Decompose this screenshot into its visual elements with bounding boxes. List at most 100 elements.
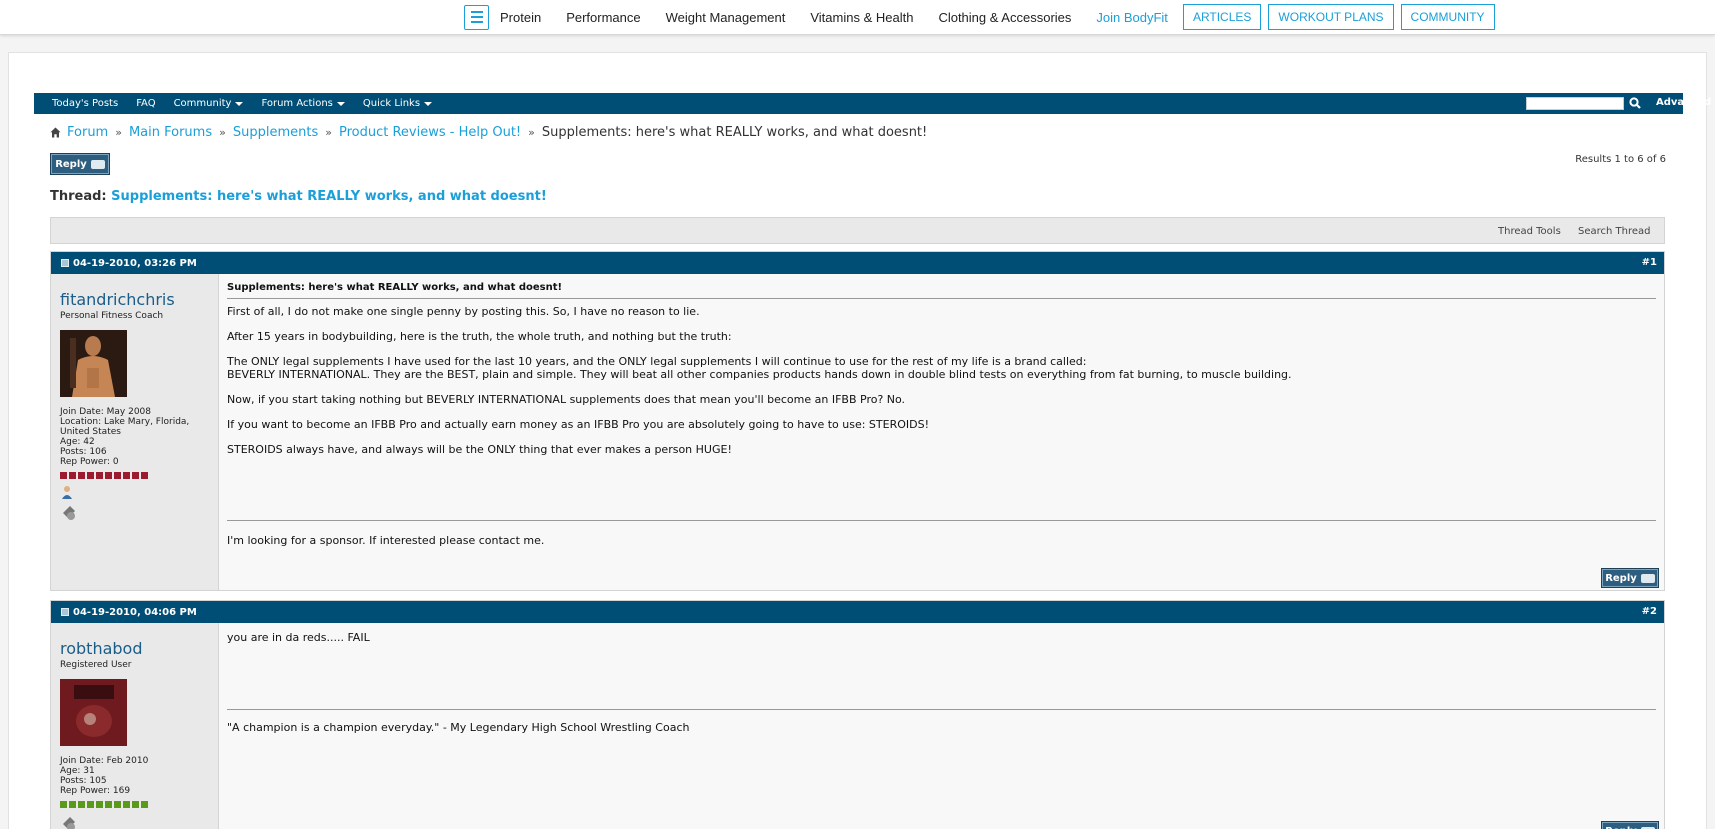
breadcrumb-separator: » [325, 126, 332, 139]
post-header: 04-19-2010, 04:06 PM #2 [51, 601, 1664, 623]
quick-links-menu[interactable]: Quick Links [362, 98, 433, 109]
advanced-search-link[interactable]: Advanced [1656, 97, 1711, 108]
post-2: 04-19-2010, 04:06 PM #2 robthabod Regist… [50, 600, 1665, 829]
articles-button[interactable]: ARTICLES [1182, 4, 1262, 30]
workout-plans-button[interactable]: WORKOUT PLANS [1268, 4, 1394, 30]
signature-divider [227, 520, 1656, 521]
reputation-pip [69, 472, 76, 479]
reputation-pip [114, 801, 121, 808]
reputation-pip [123, 801, 130, 808]
post-paragraph: The ONLY legal supplements I have used f… [227, 355, 1087, 368]
thread-name-link[interactable]: Supplements: here's what REALLY works, a… [111, 189, 547, 204]
age: Age: 42 [60, 437, 95, 447]
post-paragraph: you are in da reds..... FAIL [227, 631, 370, 644]
post-paragraph: First of all, I do not make one single p… [227, 305, 700, 318]
reputation-pip [141, 472, 148, 479]
post-signature: I'm looking for a sponsor. If interested… [227, 534, 545, 547]
thread-tools-bar: Thread Tools Search Thread [50, 217, 1665, 244]
username-link[interactable]: fitandrichchris [60, 290, 175, 309]
post-date: 04-19-2010, 03:26 PM [73, 257, 197, 269]
post-signature: "A champion is a champion everyday." - M… [227, 721, 690, 734]
todays-posts-link[interactable]: Today's Posts [52, 98, 118, 109]
community-button[interactable]: COMMUNITY [1400, 4, 1495, 30]
age: Age: 31 [60, 766, 95, 776]
reputation-pip [96, 801, 103, 808]
reputation-pip [69, 801, 76, 808]
forum-search-input[interactable] [1526, 97, 1624, 110]
reply-button-label: Reply [1605, 826, 1637, 829]
signature-divider [227, 709, 1656, 710]
user-title: Personal Fitness Coach [60, 311, 164, 321]
username-link[interactable]: robthabod [60, 639, 143, 658]
breadcrumb-separator: » [219, 126, 226, 139]
join-date: Join Date: Feb 2010 [60, 756, 149, 766]
search-thread-menu[interactable]: Search Thread [1578, 226, 1651, 237]
faq-label: FAQ [136, 98, 156, 109]
breadcrumb-main-forums[interactable]: Main Forums [129, 125, 212, 140]
reply-button-label: Reply [55, 158, 87, 170]
quick-links-label: Quick Links [362, 98, 421, 109]
breadcrumb-supplements[interactable]: Supplements [233, 125, 318, 140]
nav-link-vitamins-health[interactable]: Vitamins & Health [810, 10, 913, 25]
nav-link-performance[interactable]: Performance [566, 10, 640, 25]
post-paragraph: BEVERLY INTERNATIONAL. They are the BEST… [227, 368, 1292, 381]
post-1: 04-19-2010, 03:26 PM #1 fitandrichchris … [50, 251, 1665, 591]
reputation-pip [105, 801, 112, 808]
post-content: Supplements: here's what REALLY works, a… [227, 282, 1656, 456]
nav-link-weight-management[interactable]: Weight Management [666, 10, 786, 25]
post-number-link[interactable]: #2 [1642, 606, 1657, 617]
breadcrumb-separator: » [115, 126, 122, 139]
post-reply-button[interactable]: Reply [1601, 568, 1659, 588]
user-details: Join Date: May 2008 Location: Lake Mary,… [60, 407, 210, 467]
home-icon[interactable] [50, 127, 61, 138]
user-status-icon [62, 486, 72, 499]
reputation-bar [60, 801, 148, 808]
join-date: Join Date: May 2008 [60, 407, 152, 417]
post-reply-button[interactable]: Reply [1601, 821, 1659, 829]
join-bodyfit-link[interactable]: Join BodyFit [1096, 10, 1168, 25]
faq-link[interactable]: FAQ [136, 98, 155, 109]
forum-nav-bar: Today's Posts FAQ Community Forum Action… [34, 93, 1711, 114]
breadcrumb: Forum » Main Forums » Supplements » Prod… [50, 125, 927, 140]
reputation-pip [87, 801, 94, 808]
reply-bubble-icon [90, 159, 105, 169]
dropdown-arrow-icon [424, 101, 433, 106]
reputation-pip [60, 472, 67, 479]
reputation-pip [123, 472, 130, 479]
rep-power: Rep Power: 169 [60, 786, 131, 796]
user-avatar[interactable] [60, 679, 127, 746]
site-nav: Protein Performance Weight Management Vi… [464, 4, 1502, 30]
post-paragraph: If you want to become an IFBB Pro and ac… [227, 418, 929, 431]
hamburger-menu-icon[interactable] [464, 4, 489, 30]
rep-power: Rep Power: 0 [60, 457, 119, 467]
trophy-icon [63, 506, 75, 520]
trophy-icon [63, 817, 75, 829]
breadcrumb-separator: » [528, 126, 535, 139]
post-icon [61, 608, 69, 616]
breadcrumb-product-reviews[interactable]: Product Reviews - Help Out! [339, 125, 521, 140]
community-menu[interactable]: Community [174, 98, 244, 109]
nav-link-clothing-accessories[interactable]: Clothing & Accessories [938, 10, 1071, 25]
user-avatar[interactable] [60, 330, 127, 397]
post-number-link[interactable]: #1 [1642, 257, 1657, 268]
reputation-pip [132, 472, 139, 479]
breadcrumb-forum[interactable]: Forum [67, 125, 108, 140]
forum-actions-label: Forum Actions [261, 98, 333, 109]
reputation-pip [78, 801, 85, 808]
thread-tools-menu[interactable]: Thread Tools [1498, 226, 1561, 237]
thread-label: Thread: [50, 189, 107, 204]
post-paragraph: STEROIDS always have, and always will be… [227, 443, 732, 456]
results-count: Results 1 to 6 of 6 [1575, 154, 1666, 165]
post-header: 04-19-2010, 03:26 PM #1 [51, 252, 1664, 274]
community-menu-label: Community [173, 98, 232, 109]
post-paragraph: Now, if you start taking nothing but BEV… [227, 393, 906, 406]
user-title: Registered User [60, 660, 132, 670]
reply-button[interactable]: Reply [50, 153, 110, 175]
reputation-pip [132, 801, 139, 808]
nav-link-protein[interactable]: Protein [500, 10, 541, 25]
search-icon[interactable] [1628, 96, 1642, 110]
todays-posts-label: Today's Posts [52, 98, 119, 109]
reply-button-label: Reply [1605, 572, 1637, 584]
forum-actions-menu[interactable]: Forum Actions [261, 98, 345, 109]
post-title: Supplements: here's what REALLY works, a… [227, 282, 1656, 299]
